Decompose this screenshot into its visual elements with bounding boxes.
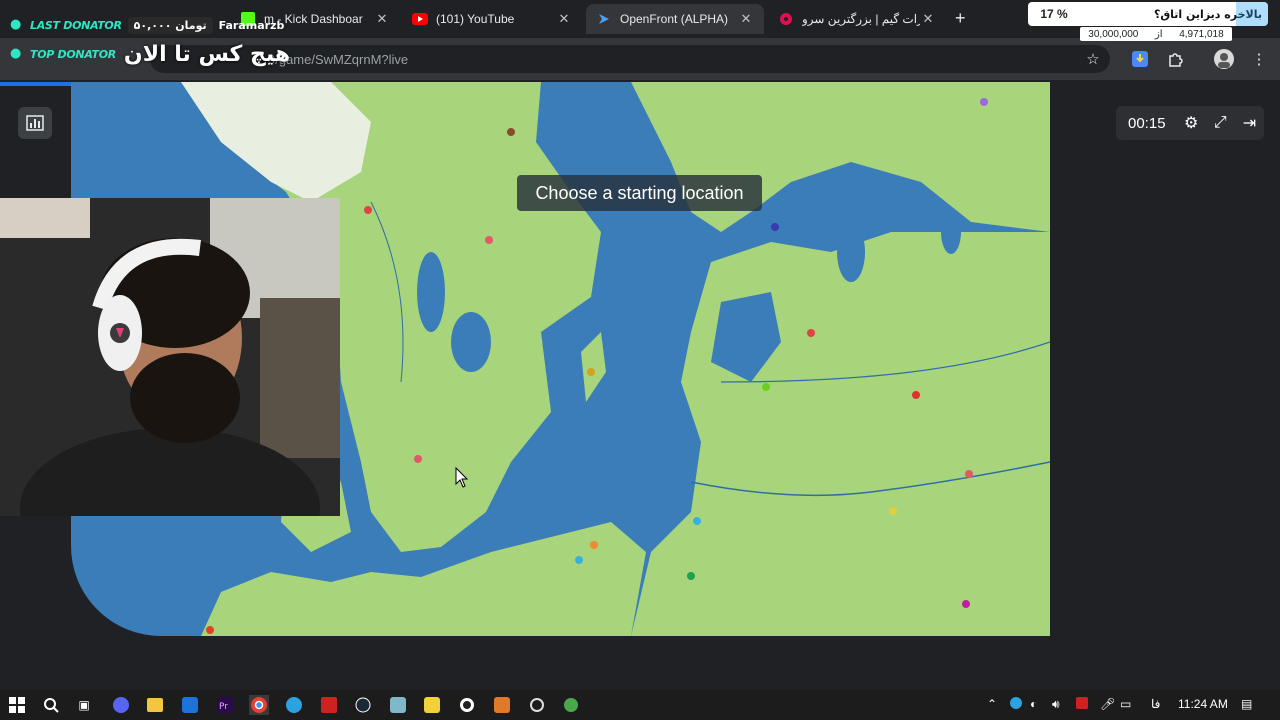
telegram-icon[interactable]	[284, 695, 304, 715]
tray-steam-icon[interactable]: ◐	[1030, 697, 1037, 711]
close-tab-icon[interactable]: ✕	[556, 11, 572, 27]
language-indicator[interactable]: فا	[1151, 697, 1160, 711]
player-dot	[575, 556, 583, 564]
tray-app-icon[interactable]	[1010, 697, 1022, 712]
player-dot	[206, 626, 214, 634]
lake	[941, 210, 961, 254]
player-dot	[980, 98, 988, 106]
close-tab-icon[interactable]: ✕	[920, 11, 936, 27]
person-icon: ●	[10, 17, 22, 32]
game-controls: 00:15 ⚙ ⤢ ⇥	[1116, 106, 1264, 140]
last-donator-label: LAST DONATOR	[30, 18, 122, 32]
file-explorer-icon[interactable]	[145, 695, 165, 715]
top-donator-widget: ● TOP DONATOR هیچ کس تا الان	[0, 41, 291, 67]
extensions-icon[interactable]	[1164, 48, 1186, 70]
discord-icon[interactable]	[111, 695, 131, 715]
openfront-icon	[596, 11, 612, 27]
goal-current: 4,971,018	[1179, 28, 1224, 40]
tab-openfront[interactable]: OpenFront (ALPHA) ✕	[586, 4, 764, 34]
lake	[417, 252, 445, 332]
goal-progress-fill	[1236, 2, 1268, 26]
goal-target: 30,000,000	[1088, 28, 1139, 40]
tab-title: آپارات گیم | بزرگترین سرو	[802, 12, 920, 26]
clock-time[interactable]: 11:24 AM	[1178, 697, 1228, 711]
task-view-icon[interactable]: ▣	[74, 695, 94, 715]
player-dot	[587, 368, 595, 376]
goal-percent: 17 %	[1040, 7, 1068, 21]
profile-icon[interactable]	[1213, 48, 1235, 70]
player-dot	[771, 223, 779, 231]
svg-text:Pr: Pr	[219, 702, 228, 712]
player-dot	[590, 541, 598, 549]
player-dot	[807, 329, 815, 337]
exit-icon[interactable]: ⇥	[1235, 113, 1264, 133]
microphone-icon[interactable]: 🎤︎	[1100, 697, 1115, 711]
obs-icon[interactable]	[457, 695, 477, 715]
youtube-icon	[412, 11, 428, 27]
last-donator-name: Faramarzb	[218, 18, 285, 32]
address-bar[interactable]: 9/game/SwMZqrnM?live	[150, 45, 1110, 73]
goal-amounts: 30,000,000 از 4,971,018	[1080, 27, 1232, 41]
player-dot	[485, 236, 493, 244]
tab-title: OpenFront (ALPHA)	[620, 12, 729, 26]
app-yellow-icon[interactable]	[422, 695, 442, 715]
app-teal-icon[interactable]	[388, 695, 408, 715]
player-dot	[507, 128, 515, 136]
tab-aparat[interactable]: آپارات گیم | بزرگترین سرو ✕	[768, 4, 946, 34]
top-donator-label: TOP DONATOR	[30, 47, 116, 61]
stats-icon	[26, 115, 44, 131]
app-orange-icon[interactable]	[492, 695, 512, 715]
last-donator-widget: ● LAST DONATOR ۵۰,۰۰۰ تومان Faramarzb	[0, 14, 284, 36]
streamer-webcam	[0, 198, 340, 516]
goal-of: از	[1154, 28, 1163, 40]
app-gear-icon[interactable]	[527, 695, 547, 715]
lake	[837, 222, 865, 282]
last-donator-amount: ۵۰,۰۰۰ تومان	[127, 16, 213, 34]
game-timer: 00:15	[1128, 114, 1166, 132]
donation-goal: 17 % بالاخره دیزاین اتاق؟	[1028, 2, 1268, 26]
top-donator-text: هیچ کس تا الان	[123, 41, 291, 67]
app-red-icon[interactable]	[319, 695, 339, 715]
search-icon[interactable]	[41, 695, 61, 715]
download-icon[interactable]	[1129, 48, 1151, 70]
close-tab-icon[interactable]: ✕	[374, 11, 390, 27]
tab-youtube[interactable]: (101) YouTube ✕	[402, 4, 582, 34]
player-dot	[889, 507, 897, 515]
star-icon[interactable]: ☆	[1082, 48, 1104, 70]
app-globe-icon[interactable]	[561, 695, 581, 715]
aparat-icon	[778, 11, 794, 27]
chrome-icon[interactable]	[249, 695, 269, 715]
windows-taskbar: ▣ Pr ⌃ ◐ 🔊︎ 🎤︎ ▭ فا 11:24 AM ▤	[0, 690, 1280, 720]
notification-icon[interactable]: ▤	[1241, 697, 1252, 711]
volume-icon[interactable]: 🔊︎	[1052, 697, 1060, 712]
tray-red-icon[interactable]	[1076, 697, 1088, 712]
player-dot	[364, 206, 372, 214]
lake	[451, 312, 491, 372]
fullscreen-icon[interactable]: ⤢	[1206, 114, 1235, 132]
tray-chevron-icon[interactable]: ⌃	[987, 697, 997, 711]
settings-icon[interactable]: ⚙	[1177, 113, 1206, 133]
player-dot	[687, 572, 695, 580]
player-dot	[693, 517, 701, 525]
steam-icon[interactable]	[353, 695, 373, 715]
network-icon[interactable]: ▭	[1120, 697, 1131, 711]
land-gotland	[581, 332, 606, 402]
close-tab-icon[interactable]: ✕	[738, 11, 754, 27]
windows-start-icon[interactable]	[7, 695, 27, 715]
premiere-icon[interactable]: Pr	[215, 695, 235, 715]
webcam-image	[0, 198, 340, 516]
app-v-icon[interactable]	[180, 695, 200, 715]
player-dot	[965, 470, 973, 478]
player-dot	[912, 391, 920, 399]
player-dot	[962, 600, 970, 608]
start-location-message: Choose a starting location	[517, 175, 762, 211]
stats-button[interactable]	[18, 107, 52, 139]
player-dot	[414, 455, 422, 463]
new-tab-button[interactable]: +	[955, 9, 966, 27]
tab-title: (101) YouTube	[436, 12, 515, 26]
player-dot	[762, 383, 770, 391]
menu-icon[interactable]: ⋮	[1248, 48, 1270, 70]
person-icon: ●	[10, 46, 22, 61]
